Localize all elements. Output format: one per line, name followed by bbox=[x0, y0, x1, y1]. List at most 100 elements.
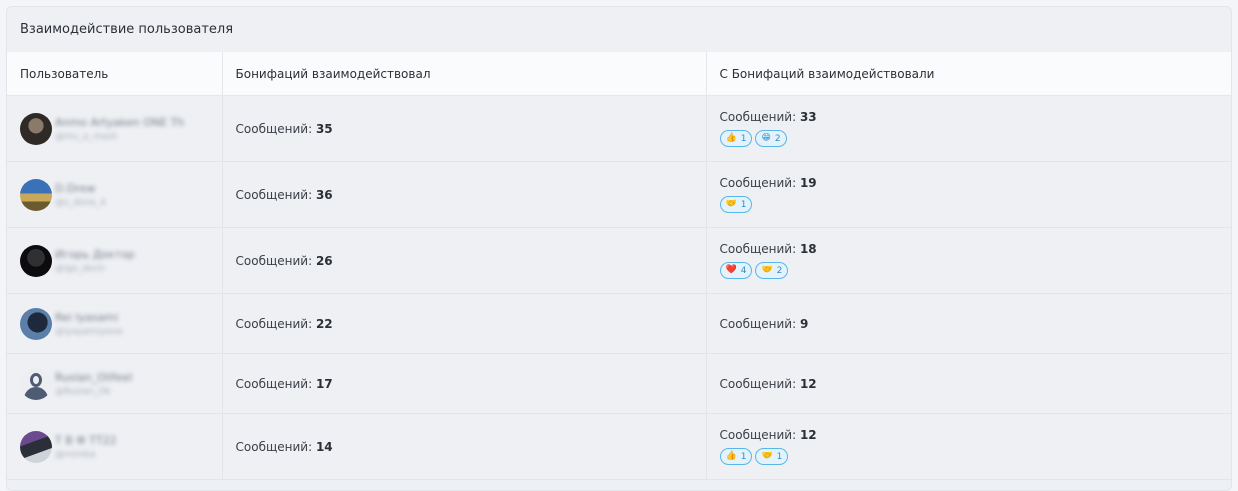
user-handle: @mu_a_mash bbox=[55, 131, 118, 142]
user-cell: Ruslan_Olifeel @Ruslan_Ok bbox=[7, 353, 223, 414]
messages-count: 26 bbox=[315, 253, 333, 268]
user-cell: Anmo Artyaken ONE Th @mu_a_mash bbox=[7, 95, 223, 162]
messages-count: 18 bbox=[799, 242, 817, 256]
user-info[interactable]: D.Drew @s_done_4 bbox=[20, 178, 222, 211]
user-cell: D.Drew @s_done_4 bbox=[7, 161, 223, 228]
user-identity-blurred: D.Drew @s_done_4 bbox=[55, 182, 106, 208]
messages-count: 12 bbox=[799, 428, 817, 442]
user-cell: Rei Iyasami @iyayamiyosie bbox=[7, 293, 223, 354]
handshake-icon: 🤝 bbox=[761, 265, 773, 275]
default-avatar-icon bbox=[20, 367, 52, 400]
interaction-table: Пользователь Бонифаций взаимодействовал … bbox=[7, 52, 1231, 480]
user-info[interactable]: Ruslan_Olifeel @Ruslan_Ok bbox=[20, 367, 222, 400]
avatar bbox=[20, 430, 52, 463]
messages-count: 33 bbox=[799, 110, 817, 124]
reaction-count: 2 bbox=[774, 133, 781, 144]
messages-count: 17 bbox=[315, 376, 333, 391]
user-identity-blurred: Игорь Доктор @igo_doctr bbox=[55, 248, 135, 274]
reaction-chip: 👍 1 bbox=[719, 130, 753, 147]
column-header-bot-interacted: Бонифаций взаимодействовал bbox=[222, 52, 707, 96]
table-row: D.Drew @s_done_4 Сообщений: 36 Сообщений… bbox=[7, 161, 1232, 228]
messages-label: Сообщений: bbox=[235, 316, 316, 331]
received-messages-cell: Сообщений: 9 bbox=[706, 293, 1231, 354]
received-messages-cell: Сообщений: 18 ❤️ 4 🤝 2 bbox=[706, 227, 1232, 294]
received-messages-cell: Сообщений: 12 👍 1 🤝 1 bbox=[706, 413, 1232, 480]
panel-title: Взаимодействие пользователя bbox=[20, 22, 234, 37]
sent-messages-cell: Сообщений: 17 bbox=[222, 353, 707, 414]
handshake-icon: 🤝 bbox=[725, 199, 737, 209]
user-handle: @mimba bbox=[55, 449, 96, 460]
messages-count: 14 bbox=[315, 439, 333, 454]
messages-label: Сообщений: bbox=[719, 176, 800, 190]
heart-icon: ❤️ bbox=[725, 265, 737, 275]
sent-messages-cell: Сообщений: 22 bbox=[222, 293, 707, 354]
avatar bbox=[20, 307, 52, 340]
user-name: Игорь Доктор bbox=[55, 247, 135, 261]
user-handle: @iyayamiyosie bbox=[55, 326, 124, 337]
user-name: Rei Iyasami bbox=[55, 310, 119, 324]
messages-label: Сообщений: bbox=[719, 242, 800, 256]
user-name: Т В Ф ТТ22 bbox=[55, 433, 117, 447]
reaction-chip: 🤝 2 bbox=[755, 262, 789, 279]
user-info[interactable]: Anmo Artyaken ONE Th @mu_a_mash bbox=[20, 112, 222, 145]
avatar bbox=[20, 178, 52, 211]
user-name: Anmo Artyaken ONE Th bbox=[55, 115, 185, 129]
table-row: Rei Iyasami @iyayamiyosie Сообщений: 22 … bbox=[7, 293, 1231, 354]
sent-messages-cell: Сообщений: 35 bbox=[222, 95, 707, 162]
messages-label: Сообщений: bbox=[719, 428, 800, 442]
reaction-count: 4 bbox=[740, 265, 747, 276]
user-cell: Т В Ф ТТ22 @mimba bbox=[7, 413, 223, 480]
user-handle: @s_done_4 bbox=[55, 197, 106, 208]
grinning-face-icon: 😁 bbox=[761, 133, 771, 143]
received-messages-cell: Сообщений: 19 🤝 1 bbox=[706, 161, 1232, 228]
sent-messages-cell: Сообщений: 36 bbox=[222, 161, 707, 228]
thumbs-up-icon: 👍 bbox=[725, 451, 737, 461]
avatar bbox=[20, 244, 52, 277]
received-messages-cell: Сообщений: 12 bbox=[706, 353, 1231, 414]
user-interaction-panel: Взаимодействие пользователя Пользователь… bbox=[6, 6, 1232, 491]
reaction-count: 1 bbox=[740, 451, 747, 462]
user-identity-blurred: Rei Iyasami @iyayamiyosie bbox=[55, 311, 123, 337]
user-name: Ruslan_Olifeel bbox=[55, 370, 133, 384]
reactions-list: ❤️ 4 🤝 2 bbox=[719, 262, 1232, 279]
user-info[interactable]: Rei Iyasami @iyayamiyosie bbox=[20, 307, 222, 340]
received-messages-cell: Сообщений: 33 👍 1 😁 2 bbox=[706, 95, 1231, 162]
reaction-chip: ❤️ 4 bbox=[719, 262, 753, 279]
table-row: Т В Ф ТТ22 @mimba Сообщений: 14 Сообщени… bbox=[7, 413, 1232, 480]
reaction-chip: 😁 2 bbox=[755, 130, 787, 147]
reactions-list: 👍 1 🤝 1 bbox=[719, 448, 1232, 465]
table-row: Ruslan_Olifeel @Ruslan_Ok Сообщений: 17 … bbox=[7, 353, 1231, 414]
messages-label: Сообщений: bbox=[719, 316, 800, 331]
user-identity-blurred: Anmo Artyaken ONE Th @mu_a_mash bbox=[55, 116, 184, 142]
reaction-chip: 🤝 1 bbox=[755, 448, 789, 465]
reaction-chip: 👍 1 bbox=[719, 448, 753, 465]
sent-messages-cell: Сообщений: 26 bbox=[222, 227, 707, 294]
reaction-chip: 🤝 1 bbox=[719, 196, 753, 213]
messages-count: 12 bbox=[799, 376, 817, 391]
user-info[interactable]: Т В Ф ТТ22 @mimba bbox=[20, 430, 222, 463]
handshake-icon: 🤝 bbox=[761, 451, 773, 461]
user-identity-blurred: Т В Ф ТТ22 @mimba bbox=[55, 434, 117, 460]
user-handle: @Ruslan_Ok bbox=[55, 386, 111, 397]
messages-count: 35 bbox=[315, 121, 333, 136]
messages-label: Сообщений: bbox=[235, 376, 316, 391]
user-info[interactable]: Игорь Доктор @igo_doctr bbox=[20, 244, 222, 277]
messages-label: Сообщений: bbox=[235, 439, 316, 454]
reaction-count: 1 bbox=[776, 451, 783, 462]
reaction-count: 2 bbox=[776, 265, 783, 276]
messages-count: 36 bbox=[315, 187, 333, 202]
user-cell: Игорь Доктор @igo_doctr bbox=[7, 227, 223, 294]
messages-label: Сообщений: bbox=[235, 253, 316, 268]
reactions-list: 🤝 1 bbox=[719, 196, 1232, 213]
reaction-count: 1 bbox=[740, 199, 747, 210]
avatar bbox=[20, 112, 52, 145]
messages-count: 9 bbox=[799, 316, 809, 331]
messages-label: Сообщений: bbox=[719, 376, 800, 391]
messages-label: Сообщений: bbox=[235, 121, 316, 136]
messages-count: 19 bbox=[799, 176, 817, 190]
table-header-row: Пользователь Бонифаций взаимодействовал … bbox=[7, 52, 1231, 96]
column-header-user: Пользователь bbox=[7, 52, 223, 96]
column-header-interacted-with-bot: С Бонифаций взаимодействовали bbox=[706, 52, 1231, 96]
table-row: Игорь Доктор @igo_doctr Сообщений: 26 Со… bbox=[7, 227, 1232, 294]
user-identity-blurred: Ruslan_Olifeel @Ruslan_Ok bbox=[55, 371, 132, 397]
